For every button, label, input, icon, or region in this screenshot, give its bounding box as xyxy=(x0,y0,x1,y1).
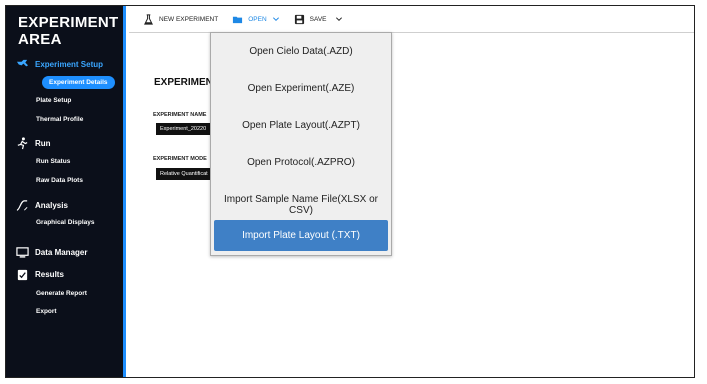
wrench-icon xyxy=(16,59,29,67)
chevron-down-icon xyxy=(335,17,342,22)
sidebar-item-label: Export xyxy=(36,308,57,315)
nav-run[interactable]: Run xyxy=(16,137,51,150)
chevron-down-icon xyxy=(272,17,279,22)
app-window: EXPERIMENT AREA Experiment Setup Experim… xyxy=(5,5,695,378)
sidebar-item-label: Experiment Details xyxy=(49,79,108,86)
nav-run-label: Run xyxy=(35,139,51,148)
save-label: SAVE xyxy=(309,15,327,23)
experiment-mode-label: EXPERIMENT MODE xyxy=(153,156,207,162)
curve-icon xyxy=(16,200,28,211)
sidebar-item-generate-report[interactable]: Generate Report xyxy=(36,290,87,297)
menu-item-open-experiment[interactable]: Open Experiment(.AZE) xyxy=(211,83,391,94)
menu-item-open-plate-layout[interactable]: Open Plate Layout(.AZPT) xyxy=(211,120,391,131)
app-title-line2: AREA xyxy=(18,31,62,48)
sidebar-item-thermal-profile[interactable]: Thermal Profile xyxy=(36,116,83,123)
nav-results-label: Results xyxy=(35,270,64,279)
sidebar: EXPERIMENT AREA Experiment Setup Experim… xyxy=(6,6,126,377)
sidebar-item-plate-setup[interactable]: Plate Setup xyxy=(36,97,71,104)
flask-icon xyxy=(144,13,153,25)
save-dropdown-button[interactable] xyxy=(335,15,343,23)
sidebar-item-raw-data-plots[interactable]: Raw Data Plots xyxy=(36,177,83,184)
menu-item-open-protocol[interactable]: Open Protocol(.AZPRO) xyxy=(211,157,391,168)
nav-analysis-label: Analysis xyxy=(35,201,68,210)
menu-item-import-plate-layout[interactable]: Import Plate Layout (.TXT) xyxy=(214,220,388,251)
sidebar-item-graphical-displays[interactable]: Graphical Displays xyxy=(36,219,95,226)
folder-icon xyxy=(233,16,243,23)
sidebar-item-label: Thermal Profile xyxy=(36,116,84,123)
monitor-icon xyxy=(16,247,29,258)
new-experiment-button[interactable]: NEW EXPERIMENT xyxy=(143,13,219,25)
menu-item-import-sample-name[interactable]: Import Sample Name File(XLSX or CSV) xyxy=(211,194,391,216)
running-icon xyxy=(17,137,28,150)
open-button[interactable]: OPEN xyxy=(232,14,279,25)
open-menu: Open Cielo Data(.AZD) Open Experiment(.A… xyxy=(210,32,392,256)
new-experiment-label: NEW EXPERIMENT xyxy=(159,15,219,23)
sidebar-item-run-status[interactable]: Run Status xyxy=(36,158,70,165)
nav-analysis[interactable]: Analysis xyxy=(16,199,68,212)
nav-experiment-setup[interactable]: Experiment Setup xyxy=(16,58,103,71)
menu-item-open-cielo-data[interactable]: Open Cielo Data(.AZD) xyxy=(211,46,391,57)
report-icon xyxy=(17,269,28,281)
nav-results[interactable]: Results xyxy=(16,268,64,281)
save-button[interactable]: SAVE xyxy=(294,14,327,25)
experiment-name-label: EXPERIMENT NAME xyxy=(153,112,207,118)
toolbar: NEW EXPERIMENT OPEN SAVE xyxy=(129,6,694,33)
app-title-line1: EXPERIMENT xyxy=(18,14,119,31)
sidebar-item-label: Graphical Displays xyxy=(36,219,95,226)
nav-data-manager[interactable]: Data Manager xyxy=(16,246,87,259)
sidebar-item-label: Generate Report xyxy=(36,290,87,297)
nav-experiment-setup-label: Experiment Setup xyxy=(35,60,104,69)
app-title: EXPERIMENT AREA xyxy=(18,14,119,48)
sidebar-item-export[interactable]: Export xyxy=(36,308,57,315)
nav-data-manager-label: Data Manager xyxy=(35,248,88,257)
sidebar-item-label: Plate Setup xyxy=(36,97,72,104)
sidebar-item-label: Run Status xyxy=(36,158,71,165)
open-label: OPEN xyxy=(248,15,267,23)
save-icon xyxy=(294,14,304,24)
sidebar-item-label: Raw Data Plots xyxy=(36,177,83,184)
sidebar-item-experiment-details[interactable]: Experiment Details xyxy=(42,76,115,89)
